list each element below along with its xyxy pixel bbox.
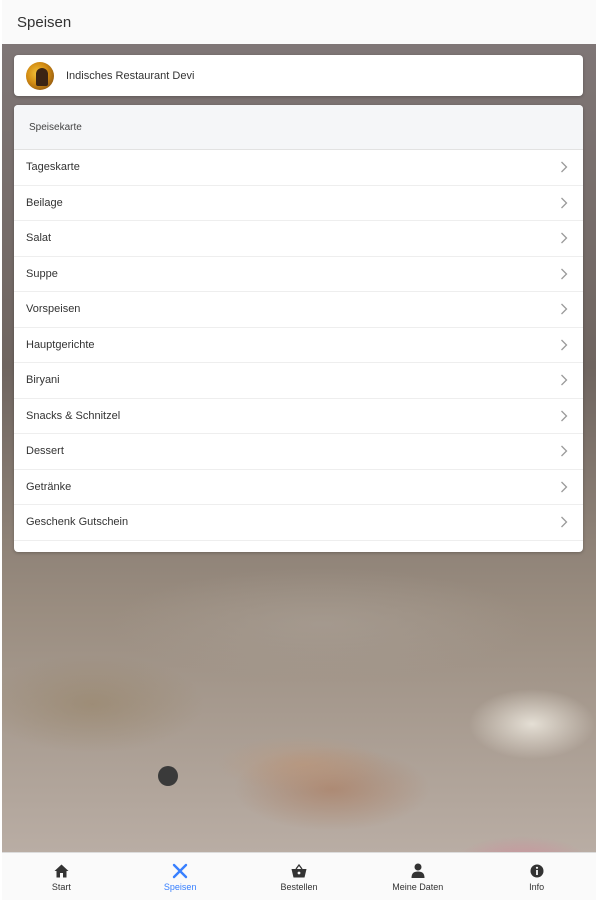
restaurant-card[interactable]: Indisches Restaurant Devi bbox=[14, 55, 583, 96]
chevron-right-icon bbox=[557, 231, 571, 245]
menu-item-geschenk-gutschein[interactable]: Geschenk Gutschein bbox=[14, 505, 583, 541]
menu-list: Tageskarte Beilage Salat Suppe Vorspeise… bbox=[14, 150, 583, 541]
chevron-right-icon bbox=[557, 444, 571, 458]
menu-item-suppe[interactable]: Suppe bbox=[14, 257, 583, 292]
menu-item-label: Vorspeisen bbox=[26, 303, 81, 316]
top-toolbar: Speisen bbox=[2, 0, 596, 45]
menu-item-vorspeisen[interactable]: Vorspeisen bbox=[14, 292, 583, 328]
home-icon bbox=[53, 863, 69, 879]
tab-label: Info bbox=[529, 881, 545, 892]
tab-bestellen[interactable]: Bestellen bbox=[240, 853, 359, 900]
chevron-right-icon bbox=[557, 302, 571, 316]
tab-label: Meine Daten bbox=[392, 881, 444, 892]
tab-info[interactable]: Info bbox=[477, 853, 596, 900]
menu-heading: Speisekarte bbox=[29, 121, 82, 133]
menu-item-getraenke[interactable]: Getränke bbox=[14, 470, 583, 505]
menu-item-snacks-schnitzel[interactable]: Snacks & Schnitzel bbox=[14, 399, 583, 434]
menu-item-salat[interactable]: Salat bbox=[14, 221, 583, 257]
menu-item-dessert[interactable]: Dessert bbox=[14, 434, 583, 470]
tab-meine-daten[interactable]: Meine Daten bbox=[358, 853, 477, 900]
menu-item-label: Salat bbox=[26, 232, 52, 245]
tab-label: Speisen bbox=[163, 881, 197, 892]
chevron-right-icon bbox=[557, 196, 571, 210]
menu-item-label: Beilage bbox=[26, 196, 63, 209]
basket-icon bbox=[291, 863, 307, 879]
person-icon bbox=[410, 863, 426, 879]
menu-item-label: Geschenk Gutschein bbox=[26, 516, 129, 529]
restaurant-avatar bbox=[26, 61, 54, 90]
menu-item-label: Getränke bbox=[26, 480, 72, 493]
bottom-tab-bar: Start Speisen Bestellen Meine Daten Info bbox=[2, 852, 596, 900]
info-icon bbox=[529, 863, 545, 879]
chevron-right-icon bbox=[557, 373, 571, 387]
menu-item-biryani[interactable]: Biryani bbox=[14, 363, 583, 399]
menu-header: Speisekarte bbox=[14, 105, 583, 150]
menu-item-label: Tageskarte bbox=[26, 161, 80, 174]
menu-item-label: Snacks & Schnitzel bbox=[26, 409, 121, 422]
menu-item-label: Biryani bbox=[26, 374, 60, 387]
chevron-right-icon bbox=[557, 160, 571, 174]
tab-label: Bestellen bbox=[280, 881, 318, 892]
tab-speisen[interactable]: Speisen bbox=[121, 853, 240, 900]
tab-start[interactable]: Start bbox=[2, 853, 121, 900]
chevron-right-icon bbox=[557, 515, 571, 529]
chevron-right-icon bbox=[557, 480, 571, 494]
app-frame: Speisen Indisches Restaurant Devi Speise… bbox=[2, 0, 596, 900]
cutlery-icon bbox=[172, 863, 188, 879]
menu-item-hauptgerichte[interactable]: Hauptgerichte bbox=[14, 328, 583, 363]
menu-item-label: Suppe bbox=[26, 267, 58, 280]
chevron-right-icon bbox=[557, 338, 571, 352]
menu-card: Speisekarte Tageskarte Beilage Salat Sup… bbox=[14, 105, 583, 552]
chevron-right-icon bbox=[557, 267, 571, 281]
page-title: Speisen bbox=[17, 13, 72, 31]
menu-item-label: Hauptgerichte bbox=[26, 338, 95, 351]
chevron-right-icon bbox=[557, 409, 571, 423]
restaurant-name: Indisches Restaurant Devi bbox=[66, 69, 195, 82]
floating-dot[interactable] bbox=[158, 766, 178, 786]
menu-item-label: Dessert bbox=[26, 445, 64, 458]
menu-item-tageskarte[interactable]: Tageskarte bbox=[14, 150, 583, 186]
tab-label: Start bbox=[51, 881, 71, 892]
menu-item-beilage[interactable]: Beilage bbox=[14, 186, 583, 221]
